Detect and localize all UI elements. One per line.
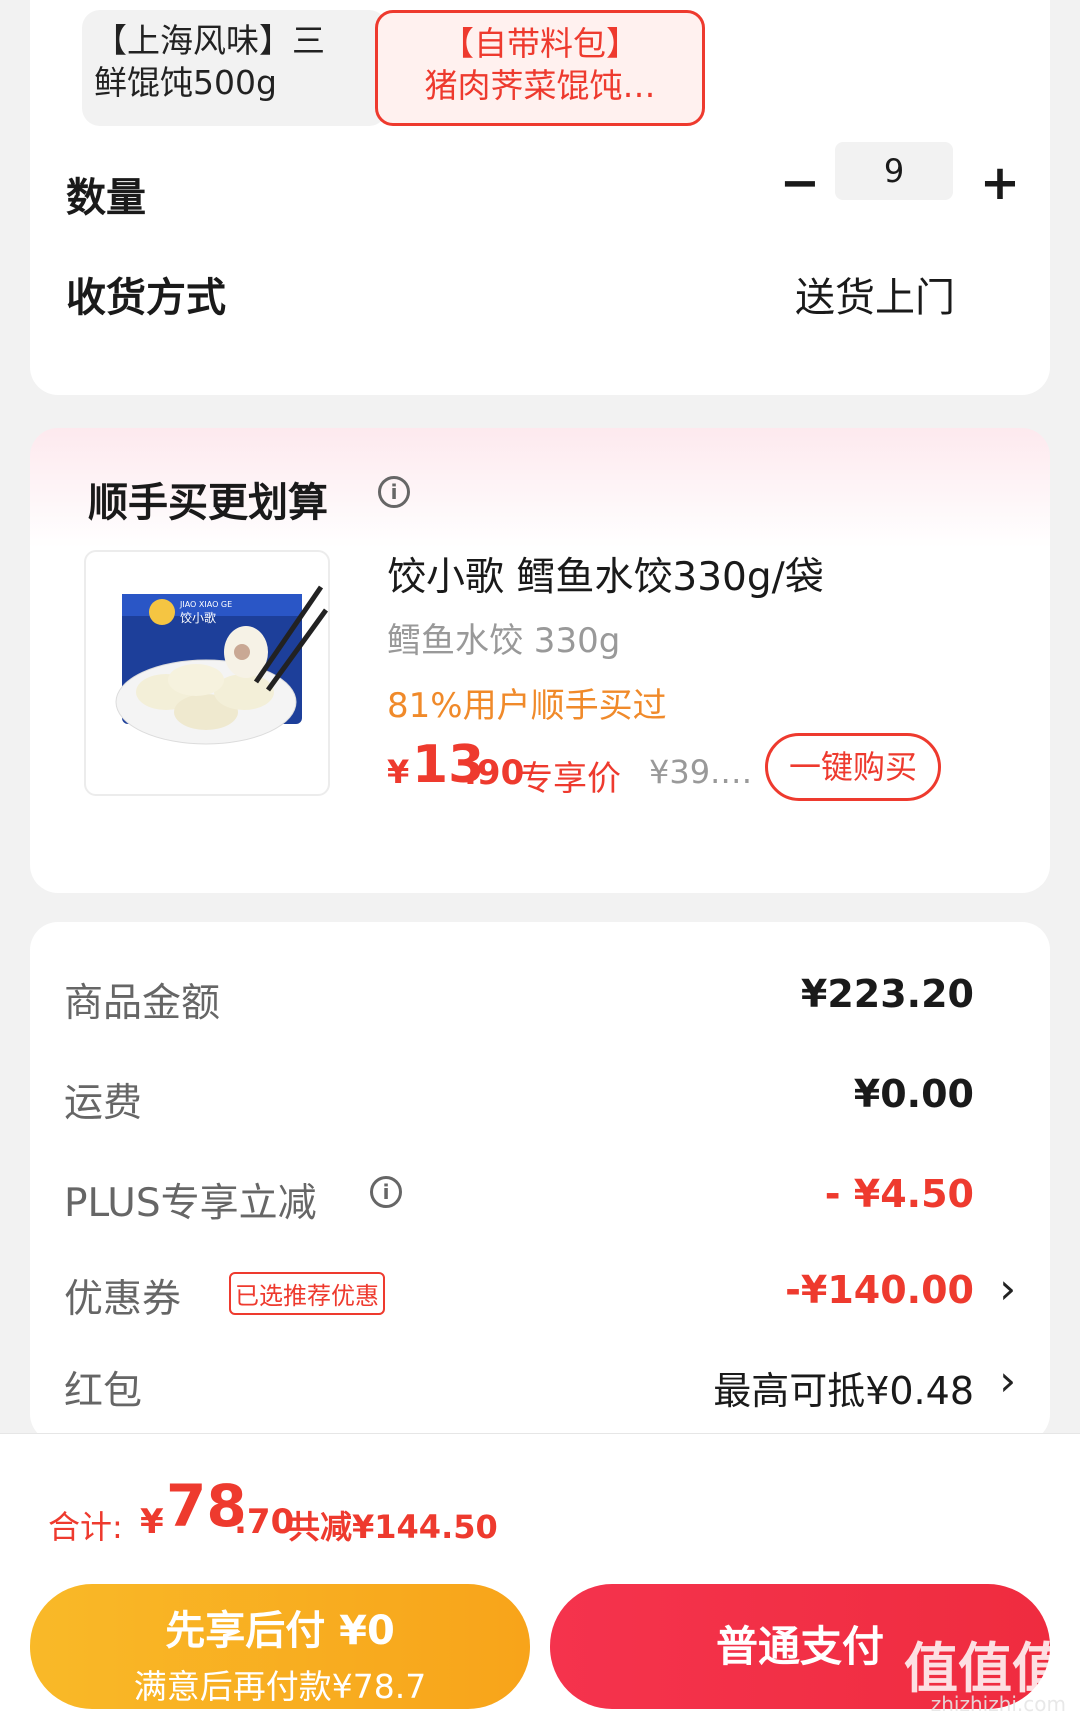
original-price: ¥39.… — [649, 753, 753, 791]
option-a-line1: 【上海风味】三 — [94, 21, 325, 60]
coupon-value: -¥140.00 — [785, 1268, 974, 1312]
pay-later-line2: 满意后再付款¥78.7 — [133, 1667, 427, 1706]
flavor-option-shanghai[interactable]: 【上海风味】三 鲜馄饨500g — [82, 10, 387, 126]
upsell-title: 顺手买更划算 — [88, 480, 328, 526]
plus-discount-value: - ¥4.50 — [824, 1172, 974, 1216]
flavor-option-pork-selected[interactable]: 【自带料包】 猪肉荠菜馄饨… — [375, 10, 705, 126]
upsell-card: 顺手买更划算 i JIAO XIAO GE 饺小歌 饺小歌 鳕鱼水饺330g/袋… — [30, 428, 1050, 893]
delivery-label: 收货方式 — [66, 275, 226, 321]
delivery-method-value[interactable]: 送货上门 — [795, 265, 955, 323]
product-purchase-rate: 81%用户顺手买过 — [387, 686, 667, 726]
total-reduction: 共减¥144.50 — [288, 1508, 498, 1546]
price-summary-card: 商品金额 ¥223.20 运费 ¥0.00 PLUS专享立减 i - ¥4.50… — [30, 922, 1050, 1442]
option-b-line2: 猪肉荠菜馄饨… — [424, 66, 656, 105]
quantity-minus-button[interactable]: − — [775, 159, 825, 210]
goods-amount-value: ¥223.20 — [800, 972, 974, 1016]
total-decimal: .70 — [234, 1502, 295, 1542]
coupon-row[interactable]: 优惠券 已选推荐优惠 -¥140.00 › — [64, 1260, 1016, 1322]
dumpling-product-icon: JIAO XIAO GE 饺小歌 — [115, 585, 328, 745]
info-icon[interactable]: i — [378, 476, 410, 508]
checkout-footer: 合计: ¥ 78 .70 共减¥144.50 先享后付 ¥0 满意后再付款¥78… — [0, 1433, 1080, 1715]
plus-discount-row: PLUS专享立减 i - ¥4.50 — [64, 1164, 974, 1226]
coupon-label: 优惠券 — [64, 1277, 182, 1322]
goods-amount-label: 商品金额 — [64, 981, 221, 1026]
one-click-buy-button[interactable]: 一键购买 — [765, 733, 941, 801]
quantity-input[interactable]: 9 — [835, 142, 953, 200]
exclusive-price-tag: 专享价 — [519, 759, 621, 799]
image-brand: 饺小歌 — [180, 610, 216, 625]
hongbao-label: 红包 — [64, 1369, 143, 1414]
shipping-label: 运费 — [64, 1081, 143, 1126]
product-spec: 鳕鱼水饺 330g — [387, 621, 621, 661]
hongbao-row[interactable]: 红包 最高可抵¥0.48 › — [64, 1352, 1016, 1414]
total-line: 合计: ¥ 78 .70 共减¥144.50 — [48, 1472, 948, 1552]
quantity-plus-button[interactable]: + — [975, 159, 1025, 210]
product-name[interactable]: 饺小歌 鳕鱼水饺330g/袋 — [387, 546, 824, 602]
pay-later-line1: 先享后付 ¥0 — [165, 1608, 395, 1654]
option-b-line1: 【自带料包】 — [441, 24, 639, 63]
hongbao-chevron-right-icon: › — [999, 1356, 1016, 1405]
price-decimal: .90 — [464, 753, 525, 793]
coupon-badge: 已选推荐优惠 — [229, 1272, 385, 1315]
plus-info-icon[interactable]: i — [370, 1176, 402, 1208]
image-brand-en: JIAO XIAO GE — [179, 600, 232, 609]
shipping-row: 运费 ¥0.00 — [64, 1064, 974, 1126]
plus-discount-label: PLUS专享立减 — [64, 1181, 317, 1226]
price-currency: ¥ — [387, 753, 410, 791]
options-card: 【上海风味】三 鲜馄饨500g 【自带料包】 猪肉荠菜馄饨… 数量 − 9 + … — [30, 0, 1050, 395]
hongbao-value: 最高可抵¥0.48 — [713, 1369, 974, 1413]
option-a-line2: 鲜馄饨500g — [94, 63, 277, 102]
goods-amount-row: 商品金额 ¥223.20 — [64, 964, 974, 1026]
price-row: ¥ 13 .90 专享价 ¥39.… 一键购买 — [387, 733, 1007, 803]
pay-later-button[interactable]: 先享后付 ¥0 满意后再付款¥78.7 — [30, 1584, 530, 1709]
total-label: 合计: — [48, 1508, 123, 1546]
watermark-url: zhizhizhi.com — [930, 1692, 1066, 1715]
shipping-value: ¥0.00 — [853, 1072, 974, 1116]
coupon-chevron-right-icon: › — [999, 1264, 1016, 1313]
quantity-label: 数量 — [66, 175, 146, 221]
upsell-title-wrap: 顺手买更划算 i — [88, 470, 410, 528]
product-image[interactable]: JIAO XIAO GE 饺小歌 — [84, 550, 330, 796]
total-currency: ¥ — [140, 1502, 164, 1542]
